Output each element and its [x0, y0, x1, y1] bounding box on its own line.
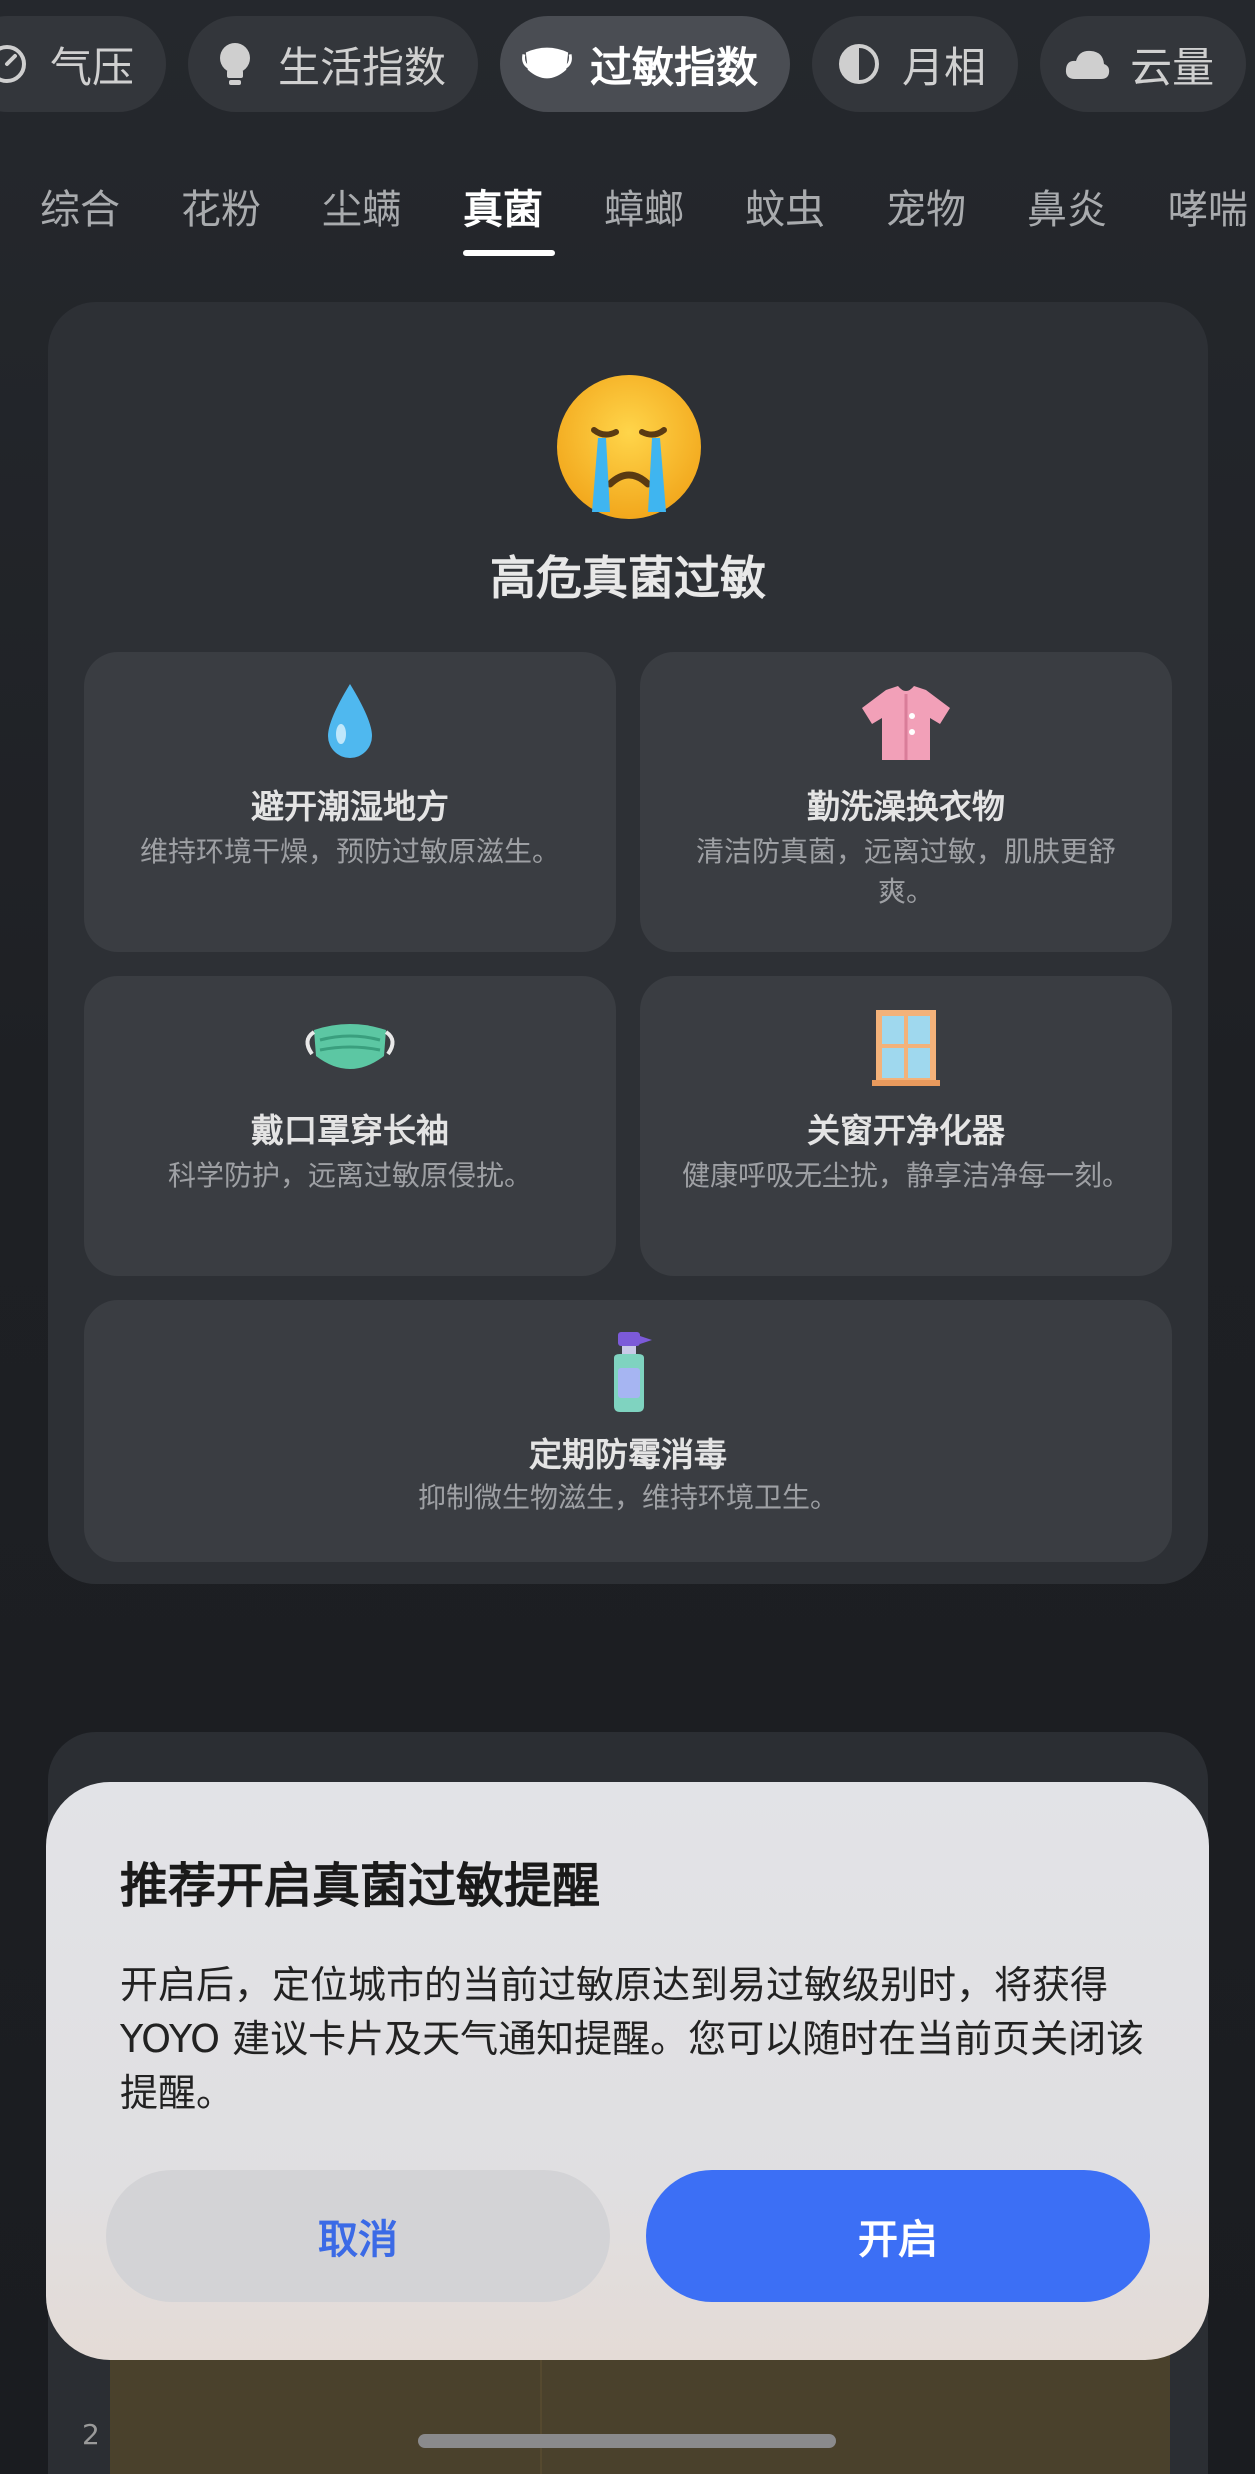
tab-fungus[interactable]: 真菌 — [463, 170, 604, 256]
chip-label: 月相 — [902, 42, 987, 92]
tip-close-window-purifier: 关窗开净化器 健康呼吸无尘扰，静享洁净每一刻。 — [640, 976, 1172, 1276]
tab-overall[interactable]: 综合 — [40, 170, 181, 250]
lightbulb-icon — [210, 39, 260, 89]
shirt-icon — [856, 680, 956, 766]
tip-desc: 抑制微生物滋生，维持环境卫生。 — [417, 1481, 838, 1514]
allergy-index-page: 气压 生活指数 过敏指数 月相 云量 综合 花粉 尘螨 真菌 蟑螂 蚊虫 宠物 … — [0, 0, 1255, 2474]
dialog-title: 推荐开启真菌过敏提醒 — [120, 1858, 601, 1914]
moon-phase-icon — [834, 39, 884, 89]
enable-reminder-button[interactable]: 开启 — [646, 2170, 1150, 2302]
window-icon — [856, 1004, 956, 1090]
tip-disinfect-mold: 定期防霉消毒 抑制微生物滋生，维持环境卫生。 — [84, 1300, 1172, 1562]
tip-title: 勤洗澡换衣物 — [807, 787, 1005, 826]
tip-title: 定期防霉消毒 — [529, 1435, 727, 1474]
tab-cockroach[interactable]: 蟑螂 — [604, 170, 745, 250]
chip-cloud-cover[interactable]: 云量 — [1040, 16, 1247, 112]
chip-pressure[interactable]: 气压 — [0, 16, 167, 112]
mask-icon — [522, 39, 572, 89]
droplet-icon — [300, 680, 400, 766]
tip-wash-change-clothes: 勤洗澡换衣物 清洁防真菌，远离过敏，肌肤更舒爽。 — [640, 652, 1172, 952]
home-indicator[interactable] — [418, 2434, 836, 2448]
tip-desc: 科学防护，远离过敏原侵扰。 — [167, 1159, 532, 1192]
tip-avoid-humidity: 避开潮湿地方 维持环境干燥，预防过敏原滋生。 — [84, 652, 616, 952]
gauge-icon — [0, 39, 32, 89]
chip-label: 云量 — [1130, 42, 1215, 92]
tip-desc: 健康呼吸无尘扰，静享洁净每一刻。 — [681, 1159, 1130, 1192]
tab-mosquito[interactable]: 蚊虫 — [745, 170, 886, 250]
tab-pollen[interactable]: 花粉 — [181, 170, 322, 250]
chart-tick-label: 2 — [82, 2418, 100, 2451]
tab-asthma[interactable]: 哮喘 — [1168, 170, 1255, 250]
chip-label: 过敏指数 — [590, 42, 759, 92]
reminder-dialog: 推荐开启真菌过敏提醒 开启后，定位城市的当前过敏原达到易过敏级别时，将获得 YO… — [46, 1782, 1209, 2360]
tip-title: 戴口罩穿长袖 — [251, 1111, 449, 1150]
chip-moon-phase[interactable]: 月相 — [812, 16, 1019, 112]
tab-dust-mite[interactable]: 尘螨 — [322, 170, 463, 250]
tip-desc: 维持环境干燥，预防过敏原滋生。 — [139, 835, 560, 868]
tab-pet[interactable]: 宠物 — [886, 170, 1027, 250]
chip-label: 气压 — [50, 42, 135, 92]
dialog-body: 开启后，定位城市的当前过敏原达到易过敏级别时，将获得 YOYO 建议卡片及天气通… — [120, 1963, 1145, 2115]
face-mask-icon — [300, 1004, 400, 1090]
spray-bottle-icon — [578, 1328, 678, 1414]
allergy-advice-card: 高危真菌过敏 避开潮湿地方 维持环境干燥，预防过敏原滋生。 勤洗澡换衣物 清洁防… — [48, 302, 1208, 1584]
tip-desc: 清洁防真菌，远离过敏，肌肤更舒爽。 — [695, 835, 1116, 908]
allergen-tabs: 综合 花粉 尘螨 真菌 蟑螂 蚊虫 宠物 鼻炎 哮喘 — [40, 170, 1255, 256]
tab-rhinitis[interactable]: 鼻炎 — [1027, 170, 1168, 250]
crying-face-icon — [554, 372, 704, 522]
chip-life-index[interactable]: 生活指数 — [188, 16, 479, 112]
cancel-button[interactable]: 取消 — [106, 2170, 610, 2302]
category-chips: 气压 生活指数 过敏指数 月相 云量 — [0, 16, 1247, 114]
tip-mask-long-sleeves: 戴口罩穿长袖 科学防护，远离过敏原侵扰。 — [84, 976, 616, 1276]
chip-allergy-index[interactable]: 过敏指数 — [500, 16, 791, 112]
tip-title: 关窗开净化器 — [807, 1111, 1005, 1150]
risk-level-title: 高危真菌过敏 — [490, 551, 766, 605]
tip-title: 避开潮湿地方 — [251, 787, 449, 826]
chip-label: 生活指数 — [278, 42, 447, 92]
cloud-icon — [1062, 39, 1112, 89]
